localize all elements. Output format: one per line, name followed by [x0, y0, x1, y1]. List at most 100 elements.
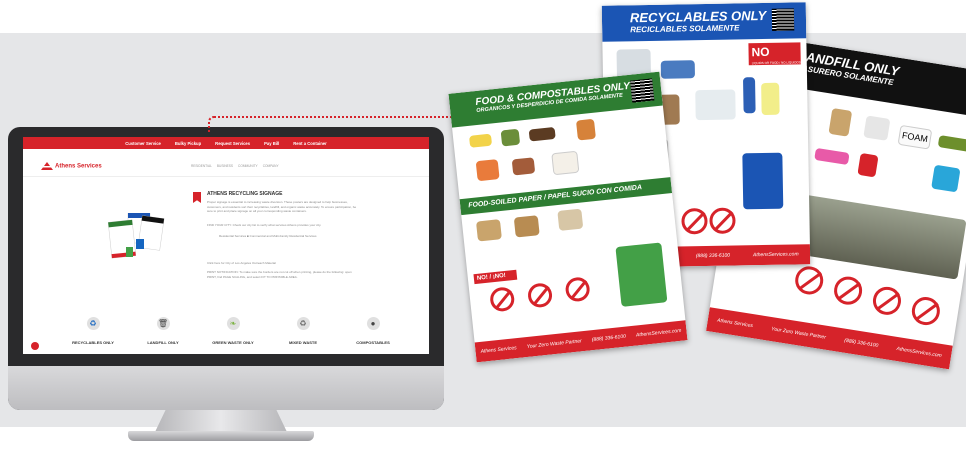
- option-residential[interactable]: Residential Services: [219, 234, 246, 238]
- nav-residential[interactable]: RESIDENTIAL: [191, 164, 212, 168]
- footer-phone: (888) 336-6100: [591, 333, 627, 344]
- no-item-icon: [526, 282, 554, 309]
- find-city-text: FIND YOUR CITY: Check our city list to v…: [207, 223, 322, 227]
- plastic-containers-image: [695, 89, 736, 121]
- footer-slogan: Your Zero Waste Partner: [526, 338, 583, 351]
- nav-business[interactable]: BUSINESS: [217, 164, 233, 168]
- footer-phone: (888) 336-6100: [695, 252, 731, 260]
- green-bin-image: [615, 242, 668, 307]
- option-commercial[interactable]: Commercial and Multi-Family Residential …: [250, 234, 317, 238]
- athens-logo-icon: [41, 162, 53, 170]
- no-item-icon: [489, 286, 516, 313]
- desktop-monitor: Customer Service Bulky Pickup Request Se…: [8, 127, 444, 410]
- gloves-image: [931, 164, 961, 193]
- takeout-box-image: [557, 208, 584, 231]
- paper-plate-image: [475, 219, 502, 242]
- category-landfill[interactable]: 🗑 LANDFILL ONLY: [133, 317, 193, 345]
- chip-bag-image: [857, 152, 879, 178]
- monitor-stand-base: [128, 431, 314, 441]
- qr-code-icon: [630, 78, 655, 103]
- no-item-icon: [870, 284, 903, 317]
- top-link-bulky-pickup[interactable]: Bulky Pickup: [175, 141, 201, 146]
- no-banner: NO! / ¡NO!: [473, 269, 518, 285]
- nav-company[interactable]: COMPANY: [263, 164, 279, 168]
- recycle-icon: ♻: [296, 317, 310, 330]
- la-outreach-link[interactable]: Click here for City of Los Angeles Outre…: [207, 261, 357, 266]
- category-label: RECYCLABLES ONLY: [72, 340, 114, 345]
- monitor-screen: Customer Service Bulky Pickup Request Se…: [23, 137, 429, 354]
- nav-community[interactable]: COMMUNITY: [238, 164, 258, 168]
- top-link-rent-container[interactable]: Rent a Container: [293, 141, 327, 146]
- no-liquids-badge: NO LIQUIDS OR FOOD / NO LIQUIDOS O COMID…: [748, 42, 801, 69]
- jug-image: [761, 82, 780, 116]
- no-item-icon: [909, 295, 942, 328]
- footer-brand: Athens Services: [716, 317, 754, 330]
- pizza-image: [475, 159, 500, 182]
- intro-paragraph: Proper signage is essential to increasin…: [207, 200, 357, 213]
- footer-phone: (888) 336-6100: [843, 337, 879, 349]
- print-notification: PRINT NOTIFICATION: To make sure the bor…: [207, 270, 352, 279]
- qr-code-icon: [771, 8, 795, 31]
- foam-item: FOAM: [897, 124, 933, 150]
- connector-dotted-line: [208, 116, 462, 132]
- recycle-bin-image: [742, 152, 784, 210]
- top-link-request-services[interactable]: Request Services: [215, 141, 250, 146]
- category-compostables[interactable]: ● COMPOSTABLES: [343, 317, 403, 345]
- lettuce-image: [500, 128, 521, 147]
- footer-slogan: Your Zero Waste Partner: [770, 326, 827, 341]
- signage-thumbnail[interactable]: [106, 213, 168, 267]
- main-nav: RESIDENTIAL BUSINESS COMMUNITY COMPANY: [191, 164, 279, 168]
- accessibility-button[interactable]: [31, 342, 39, 350]
- monitor-stand-neck: [155, 410, 287, 432]
- bookmark-icon: [193, 192, 201, 203]
- site-logo[interactable]: Athens Services: [41, 162, 102, 170]
- no-item-icon: [832, 274, 865, 307]
- poster-food-compostables: FOOD & COMPOSTABLES ONLY ORGANICOS Y DES…: [448, 71, 688, 363]
- no-label: NO! / ¡NO!: [476, 272, 507, 282]
- banana-peel-image: [468, 133, 493, 148]
- coffee-cup-image: [828, 107, 853, 137]
- snack-wrapper-image: [814, 147, 850, 166]
- category-mixed-waste[interactable]: ♻ MIXED WASTE: [273, 317, 333, 345]
- no-label: NO: [751, 44, 770, 60]
- foam-label: FOAM: [901, 130, 929, 145]
- leaf-icon: ❧: [226, 317, 240, 330]
- category-label: GREEN WASTE ONLY: [212, 340, 254, 345]
- coffee-cup-image: [551, 150, 580, 176]
- no-item-icon: [681, 207, 708, 235]
- category-label: LANDFILL ONLY: [147, 340, 179, 345]
- category-green-waste[interactable]: ❧ GREEN WASTE ONLY: [203, 317, 263, 345]
- plastic-cup-image: [863, 115, 891, 141]
- footer-site: AthensServices.com: [635, 327, 682, 339]
- coffee-grounds-image: [528, 126, 556, 142]
- trash-icon: 🗑: [156, 317, 170, 330]
- top-link-pay-bill[interactable]: Pay Bill: [264, 141, 279, 146]
- meat-image: [511, 157, 536, 176]
- no-item-icon: [564, 276, 591, 303]
- category-icon-row: ♻ RECYCLABLES ONLY 🗑 LANDFILL ONLY ❧ GRE…: [63, 317, 403, 345]
- category-recyclables[interactable]: ♻ RECYCLABLES ONLY: [63, 317, 123, 345]
- category-label: MIXED WASTE: [288, 340, 317, 345]
- flowers-image: [575, 118, 596, 141]
- no-item-icon: [709, 207, 736, 234]
- footer-site: AthensServices.com: [752, 251, 799, 259]
- footer-site: AthensServices.com: [896, 345, 943, 360]
- bottle-image: [742, 77, 756, 114]
- monitor-chin: [8, 366, 444, 410]
- header-divider: [23, 176, 429, 177]
- section-title: ATHENS RECYCLING SIGNAGE: [207, 191, 283, 197]
- food-soiled-paper-label: FOOD-SOILED PAPER / PAPEL SUCIO CON COMI…: [467, 184, 643, 210]
- logo-text: Athens Services: [55, 163, 102, 170]
- service-options: Residential Services ■ Commercial and Mu…: [219, 234, 317, 238]
- footer-brand: Athens Services: [480, 345, 517, 355]
- snack-bar-image: [937, 135, 966, 153]
- paper-box-image: [513, 215, 540, 238]
- top-link-customer-service[interactable]: Customer Service: [125, 141, 161, 146]
- can-image: [660, 60, 696, 79]
- category-label: COMPOSTABLES: [356, 340, 390, 345]
- recycle-icon: ♻: [86, 317, 100, 330]
- no-item-icon: [793, 264, 826, 297]
- no-detail: LIQUIDS OR FOOD / NO LIQUIDOS O COMIDA: [751, 60, 801, 70]
- top-utility-bar: Customer Service Bulky Pickup Request Se…: [23, 137, 429, 149]
- apple-icon: ●: [366, 317, 380, 330]
